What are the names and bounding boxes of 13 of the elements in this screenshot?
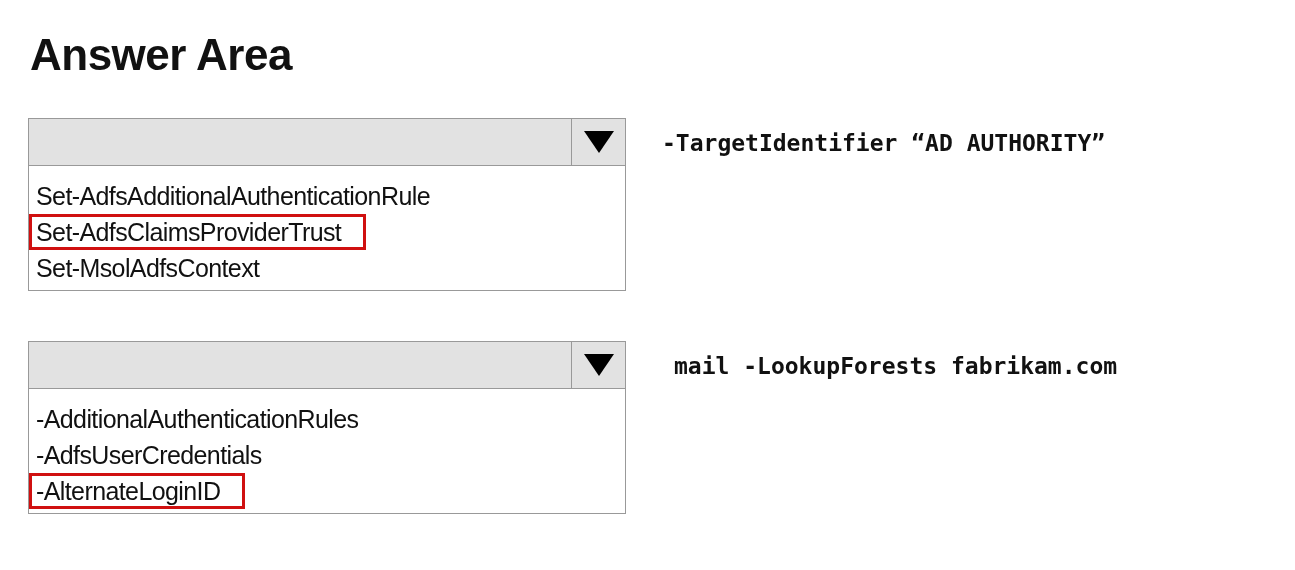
dropdown-arrow-icon — [583, 354, 614, 376]
dropdown-field[interactable] — [28, 341, 626, 389]
dropdown-field[interactable] — [28, 118, 626, 166]
option-item[interactable]: Set-AdfsClaimsProviderTrust — [29, 214, 367, 250]
option-item[interactable]: -AdfsUserCredentials — [29, 437, 625, 473]
option-item[interactable]: Set-AdfsAdditionalAuthenticationRule — [29, 178, 625, 214]
option-item[interactable]: Set-MsolAdfsContext — [29, 250, 625, 286]
command-text: -TargetIdentifier “AD AUTHORITY” — [662, 129, 1106, 158]
dropdown-arrow-icon — [583, 131, 614, 153]
answer-area-title: Answer Area — [30, 29, 294, 81]
command-text: mail -LookupForests fabrikam.com — [674, 352, 1118, 381]
option-item[interactable]: -AlternateLoginID — [29, 473, 246, 509]
option-item[interactable]: -AdditionalAuthenticationRules — [29, 401, 625, 437]
